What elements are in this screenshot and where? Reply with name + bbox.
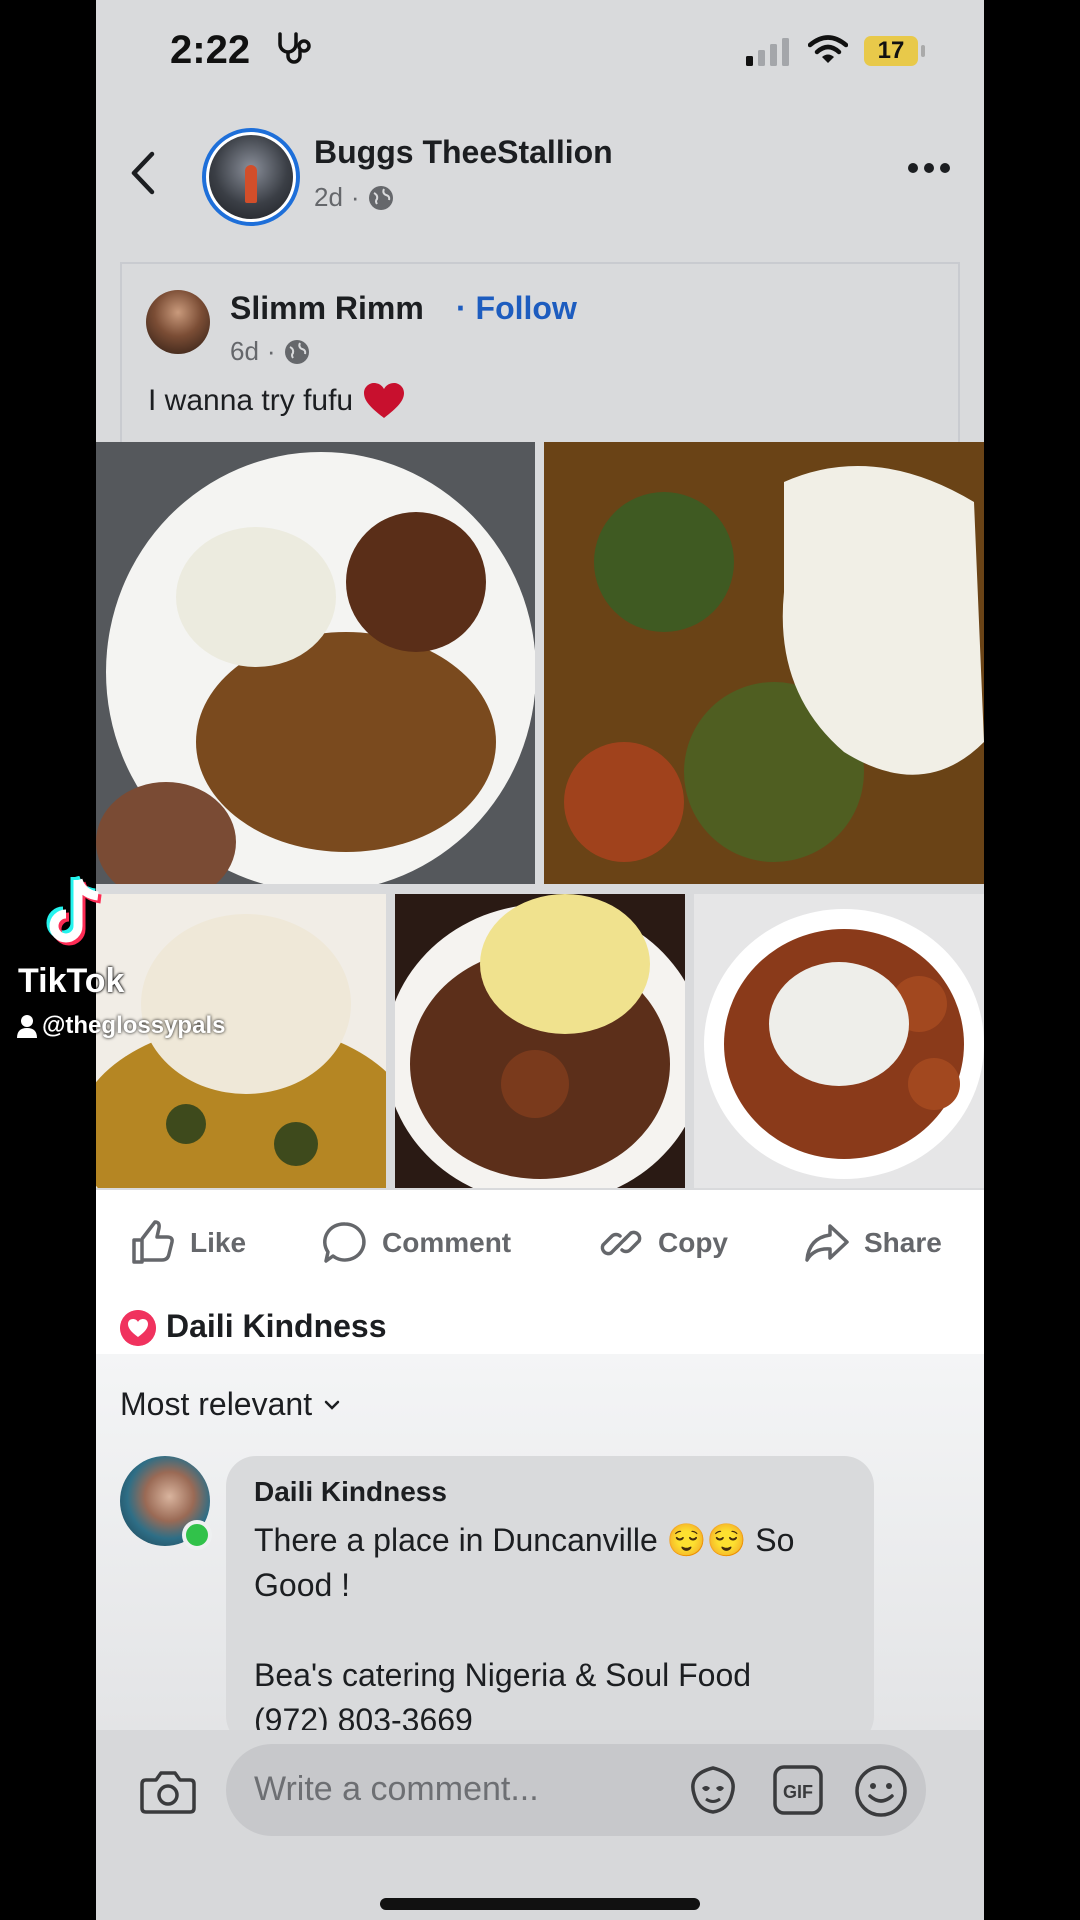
globe-icon	[284, 339, 309, 364]
share-button[interactable]: Share	[804, 1220, 942, 1266]
comment-bubble[interactable]: Daili Kindness There a place in Duncanvi…	[226, 1456, 874, 1746]
tiktok-logo-icon	[46, 876, 102, 946]
shared-post-meta: 6d ·	[230, 336, 310, 367]
caption-text: I wanna try fufu	[148, 384, 354, 417]
online-status-dot	[182, 1520, 212, 1550]
post-actions-bar: Like Comment Copy Share	[96, 1190, 984, 1300]
svg-text:GIF: GIF	[783, 1782, 813, 1802]
comment-text: There a place in Duncanville 😌😌 So Good …	[254, 1522, 795, 1738]
heart-reaction-icon	[120, 1310, 156, 1346]
copy-label: Copy	[658, 1227, 728, 1258]
like-label: Like	[190, 1227, 247, 1258]
home-indicator[interactable]	[380, 1898, 700, 1910]
commenter-name[interactable]: Daili Kindness	[254, 1476, 447, 1508]
phone-screen: 2:22 17 Buggs TheeStallion 2d · Slimm Ri…	[96, 0, 984, 1920]
comment-icon	[323, 1222, 366, 1263]
author-name[interactable]: Buggs TheeStallion	[314, 134, 613, 171]
comment-sort-dropdown[interactable]: Most relevant	[120, 1386, 340, 1423]
more-options-icon[interactable]	[908, 163, 950, 173]
copy-link-button[interactable]: Copy	[598, 1220, 728, 1266]
avatar-sticker-icon[interactable]	[686, 1764, 740, 1816]
comment-composer: Write a comment... GIF	[96, 1730, 984, 1920]
person-icon	[17, 1015, 37, 1038]
tiktok-handle-text: @theglossypals	[42, 1012, 226, 1039]
photo-fufu-stew-2[interactable]	[544, 442, 984, 884]
reactions-row[interactable]: Daili Kindness	[96, 1300, 984, 1354]
stethoscope-icon	[278, 32, 311, 64]
comment-button[interactable]: Comment	[322, 1220, 511, 1266]
gif-icon[interactable]: GIF	[772, 1764, 824, 1816]
link-icon	[600, 1230, 642, 1256]
battery-cap	[921, 45, 925, 57]
comment-input[interactable]: Write a comment... GIF	[226, 1744, 926, 1836]
follow-button[interactable]: · Follow	[456, 290, 577, 327]
cell-signal-icon	[746, 38, 789, 66]
shared-post-age: 6d	[230, 336, 259, 366]
tiktok-handle: @theglossypals	[16, 1012, 225, 1040]
status-bar: 2:22 17	[96, 0, 984, 110]
thumbs-up-icon	[132, 1220, 174, 1264]
comment-placeholder: Write a comment...	[254, 1770, 539, 1808]
photo-fufu-bowl-5[interactable]	[694, 894, 984, 1188]
post-age: 2d	[314, 182, 343, 212]
photo-fufu-plate-1[interactable]	[96, 442, 535, 884]
shared-author-avatar[interactable]	[146, 290, 210, 354]
camera-icon[interactable]	[140, 1768, 196, 1816]
sort-label: Most relevant	[120, 1386, 313, 1422]
battery-level: 17	[864, 36, 918, 66]
status-time: 2:22	[170, 28, 251, 72]
shared-meta-separator: ·	[266, 336, 276, 366]
back-arrow-icon[interactable]	[126, 148, 162, 198]
author-avatar[interactable]	[202, 128, 300, 226]
post-caption: I wanna try fufu	[148, 382, 405, 420]
shared-author-name[interactable]: Slimm Rimm	[230, 290, 424, 327]
chevron-down-icon	[324, 1400, 340, 1410]
post-meta: 2d ·	[314, 182, 394, 213]
comment-label: Comment	[382, 1227, 512, 1258]
share-icon	[805, 1224, 849, 1262]
comments-section: Most relevant Daili Kindness There a pla…	[96, 1354, 984, 1746]
like-button[interactable]: Like	[130, 1220, 246, 1266]
red-heart-icon	[364, 383, 405, 418]
reactor-name: Daili Kindness	[166, 1308, 387, 1344]
meta-separator: ·	[350, 182, 360, 212]
photo-fufu-meat-4[interactable]	[395, 894, 685, 1188]
globe-icon	[368, 185, 393, 210]
emoji-icon[interactable]	[854, 1764, 908, 1818]
wifi-icon	[808, 35, 848, 63]
share-label: Share	[864, 1227, 942, 1258]
photo-fufu-egusi-3[interactable]	[96, 894, 386, 1188]
tiktok-brand: TikTok	[18, 962, 125, 1000]
